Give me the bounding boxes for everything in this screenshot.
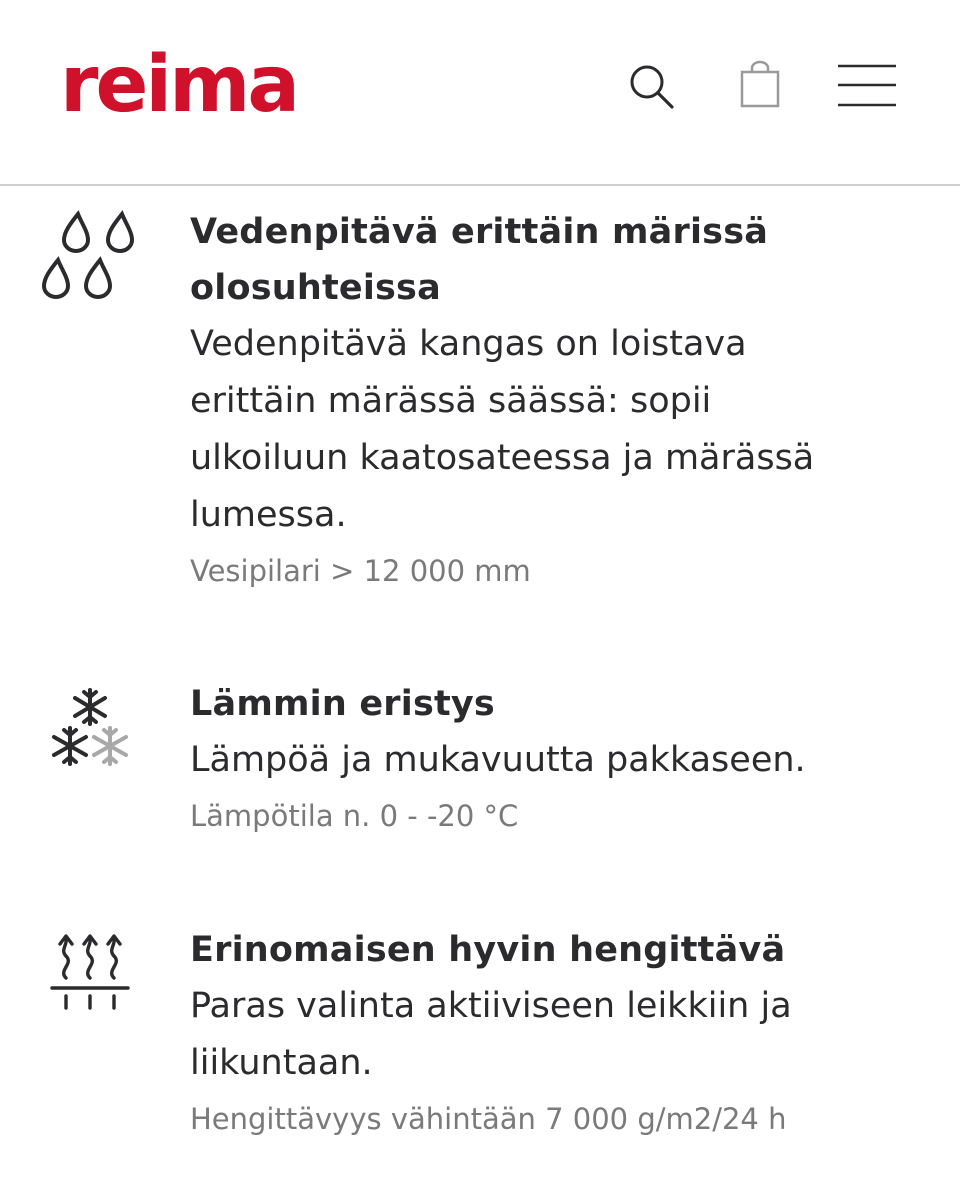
feature-icon-container: [44, 684, 140, 778]
feature-title: Lämmin eristys: [190, 684, 495, 724]
site-header: reima: [0, 0, 960, 186]
reima-logo[interactable]: reima: [60, 40, 300, 130]
hamburger-menu-icon: [838, 64, 896, 107]
menu-button[interactable]: [834, 60, 900, 112]
feature-text: Lämmin eristys Lämpöä ja mukavuutta pakk…: [190, 676, 910, 843]
feature-spec: Lämpötila n. 0 - -20 °C: [190, 799, 519, 833]
feature-title-line2: olosuhteissa: [190, 268, 441, 308]
breathable-icon: [50, 934, 130, 1010]
search-button[interactable]: [622, 58, 682, 118]
shopping-bag-icon: [740, 60, 780, 108]
feature-icon-container: [50, 930, 130, 1024]
feature-title: Erinomaisen hyvin hengittävä: [190, 930, 786, 970]
feature-spec: Vesipilari > 12 000 mm: [190, 554, 531, 588]
feature-title-line1: Vedenpitävä erittäin märissä: [190, 212, 769, 252]
feature-spec: Hengittävyys vähintään 7 000 g/m2/24 h: [190, 1102, 787, 1136]
feature-description: Lämpöä ja mukavuutta pakkaseen.: [190, 740, 806, 780]
feature-text: Vedenpitävä erittäin märissä olosuhteiss…: [190, 204, 910, 598]
feature-text: Erinomaisen hyvin hengittävä Paras valin…: [190, 922, 910, 1146]
cart-button[interactable]: [732, 58, 788, 114]
raindrops-icon: [41, 210, 135, 299]
feature-description: Vedenpitävä kangas on loistava erittäin …: [190, 324, 815, 535]
feature-icon-container: [40, 208, 140, 312]
feature-title: Vedenpitävä erittäin märissä olosuhteiss…: [190, 204, 910, 316]
search-icon: [630, 65, 674, 109]
snowflakes-icon: [52, 688, 128, 766]
feature-description: Paras valinta aktiiviseen leikkiin ja li…: [190, 986, 792, 1083]
